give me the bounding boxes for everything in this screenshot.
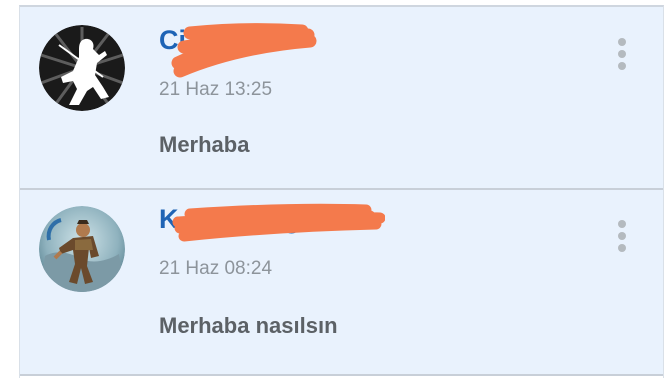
message-preview: Merhaba [159,132,250,157]
message-timestamp: 21 Haz 13:25 [159,79,273,100]
message-list-screen: Ci on_ 21 Haz 13:25 Merhaba K omerang 21… [0,0,672,378]
message-preview: Merhaba nasılsın [159,313,338,338]
sender-name[interactable]: Ci on_ [159,25,242,56]
message-item[interactable]: K omerang 21 Haz 08:24 Merhaba nasılsın [20,190,663,376]
message-timestamp: 21 Haz 08:24 [159,258,273,279]
sender-name[interactable]: K omerang [159,204,300,235]
user-avatar[interactable] [39,206,125,292]
more-vert-icon[interactable] [615,220,629,256]
warrior-painting-icon [39,206,125,292]
user-avatar[interactable] [39,25,125,111]
ninja-silhouette-icon [39,25,125,111]
message-item[interactable]: Ci on_ 21 Haz 13:25 Merhaba [20,7,663,190]
more-vert-icon[interactable] [615,38,629,74]
message-list: Ci on_ 21 Haz 13:25 Merhaba K omerang 21… [19,5,664,378]
